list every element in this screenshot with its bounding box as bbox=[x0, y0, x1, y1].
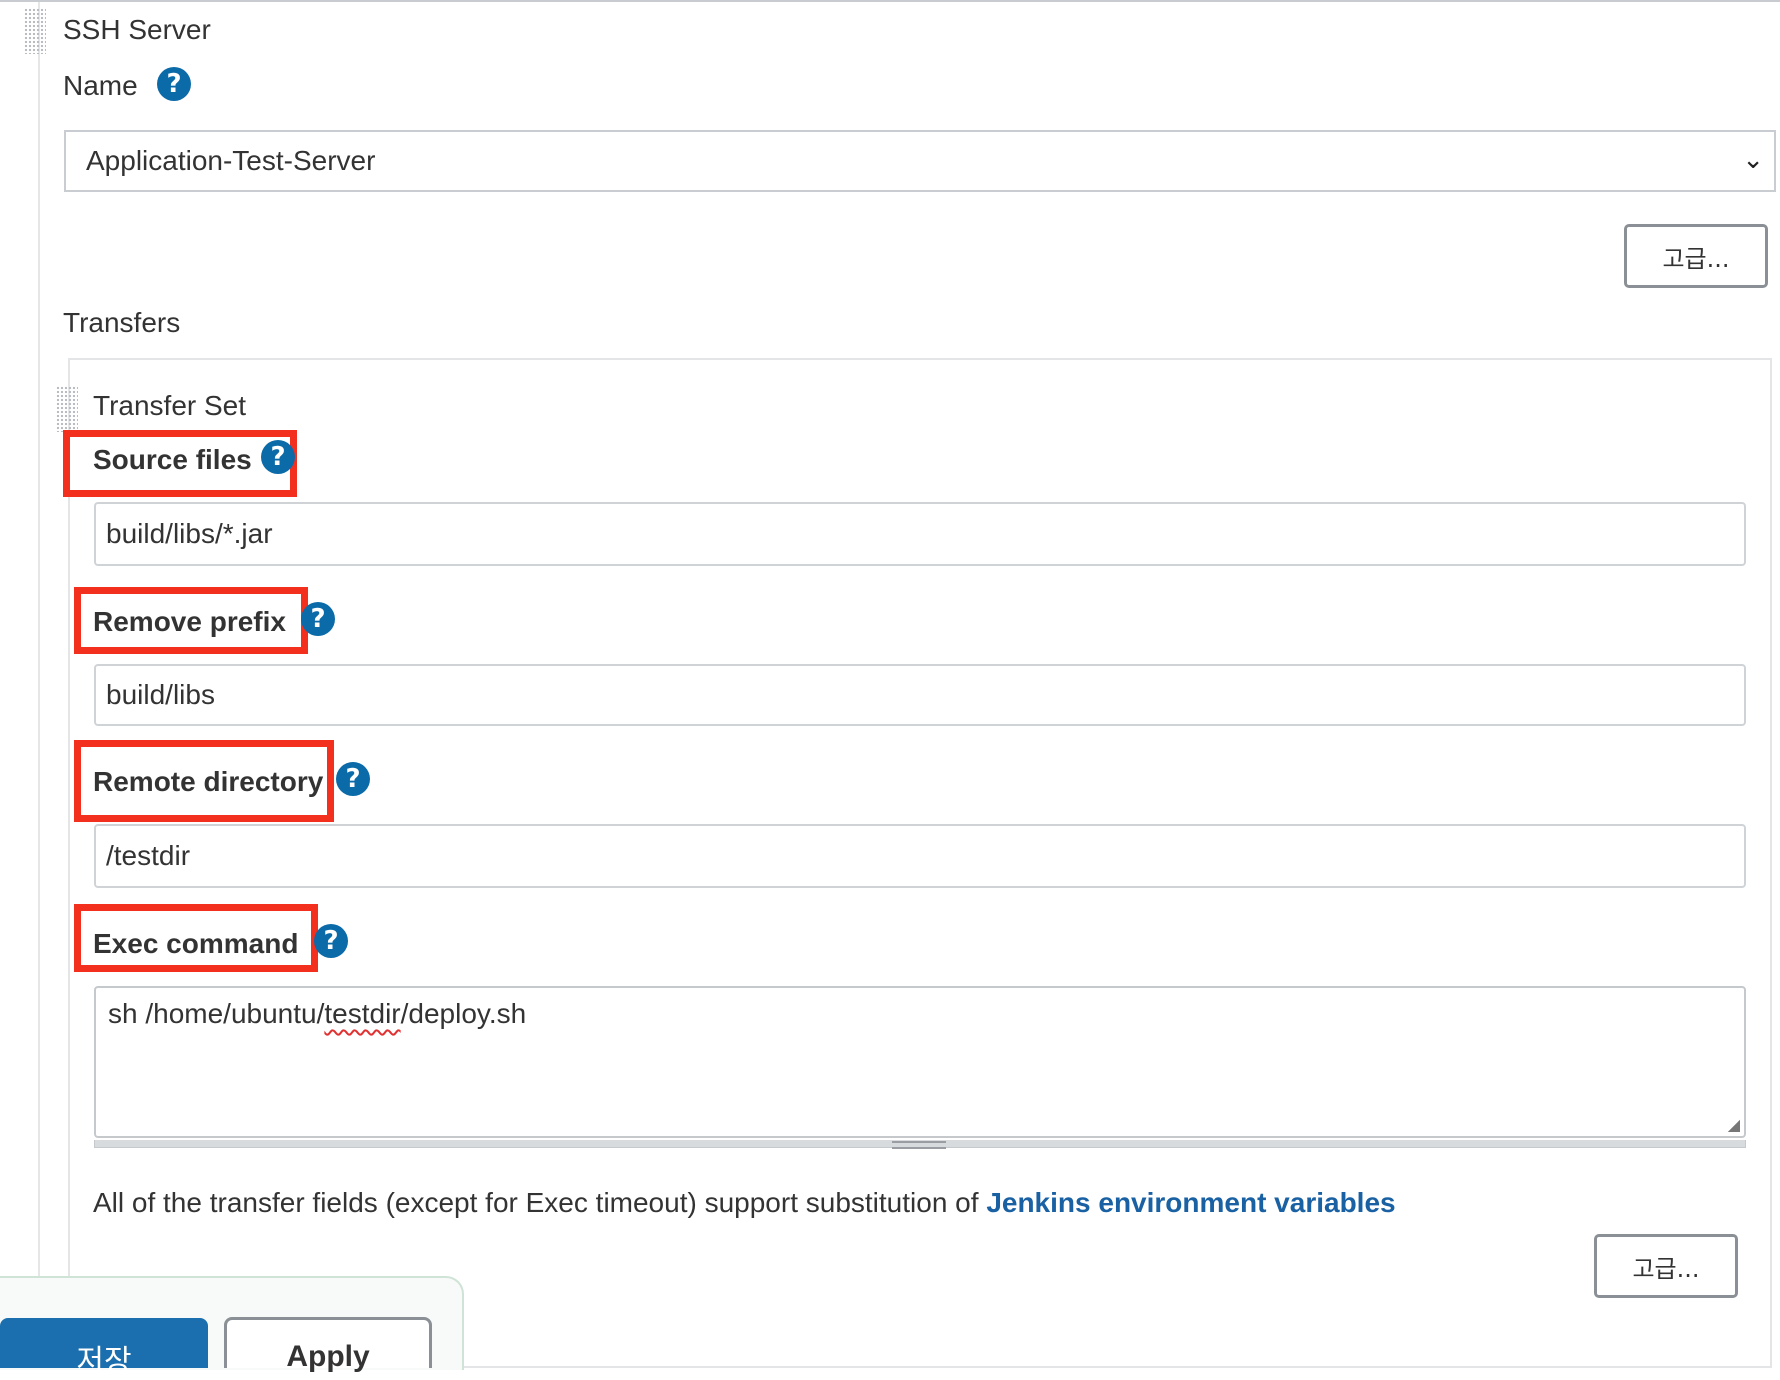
remove-prefix-input[interactable]: build/libs bbox=[94, 664, 1746, 726]
help-icon[interactable]: ? bbox=[336, 762, 370, 796]
help-icon[interactable]: ? bbox=[301, 602, 335, 636]
resize-corner-icon[interactable]: ◢ bbox=[1728, 1115, 1740, 1134]
jenkins-env-vars-link[interactable]: Jenkins environment variables bbox=[986, 1187, 1395, 1218]
server-name-select[interactable]: Application-Test-Server ⌄ bbox=[64, 130, 1776, 192]
help-icon[interactable]: ? bbox=[157, 67, 191, 101]
drag-handle-icon[interactable] bbox=[56, 386, 78, 432]
exec-command-textarea[interactable]: sh /home/ubuntu/testdir/deploy.sh ◢ bbox=[94, 986, 1746, 1138]
apply-button[interactable]: Apply bbox=[224, 1317, 432, 1373]
substitution-info-text: All of the transfer fields (except for E… bbox=[93, 1187, 987, 1218]
server-advanced-button[interactable]: 고급... bbox=[1624, 224, 1768, 288]
chevron-down-icon: ⌄ bbox=[1742, 145, 1764, 175]
source-files-label: Source files bbox=[93, 444, 252, 475]
exec-command-label: Exec command bbox=[93, 928, 299, 959]
drag-handle-icon[interactable] bbox=[24, 8, 46, 54]
transfer-set-advanced-button[interactable]: 고급... bbox=[1594, 1234, 1738, 1298]
help-icon[interactable]: ? bbox=[314, 924, 348, 958]
ssh-server-title: SSH Server bbox=[63, 14, 211, 45]
ssh-server-panel-border bbox=[38, 2, 40, 1368]
server-name-selected-value: Application-Test-Server bbox=[86, 145, 376, 176]
remote-directory-label: Remote directory bbox=[93, 766, 324, 797]
remove-prefix-label: Remove prefix bbox=[93, 606, 286, 637]
substitution-info: All of the transfer fields (except for E… bbox=[93, 1187, 1396, 1219]
transfers-label: Transfers bbox=[63, 307, 181, 338]
exec-command-text: /deploy.sh bbox=[400, 998, 527, 1029]
resize-grip-icon[interactable] bbox=[892, 1141, 946, 1149]
help-icon[interactable]: ? bbox=[261, 440, 295, 474]
exec-command-text: sh /home/ubuntu/ bbox=[108, 998, 325, 1029]
exec-command-misspelled-word: testdir bbox=[324, 998, 401, 1029]
remote-directory-input[interactable]: /testdir bbox=[94, 824, 1746, 888]
save-button[interactable]: 저장 bbox=[0, 1318, 208, 1379]
name-label: Name bbox=[63, 70, 138, 101]
top-divider bbox=[0, 0, 1780, 2]
source-files-input[interactable]: build/libs/*.jar bbox=[94, 502, 1746, 566]
transfer-set-title: Transfer Set bbox=[93, 390, 247, 421]
